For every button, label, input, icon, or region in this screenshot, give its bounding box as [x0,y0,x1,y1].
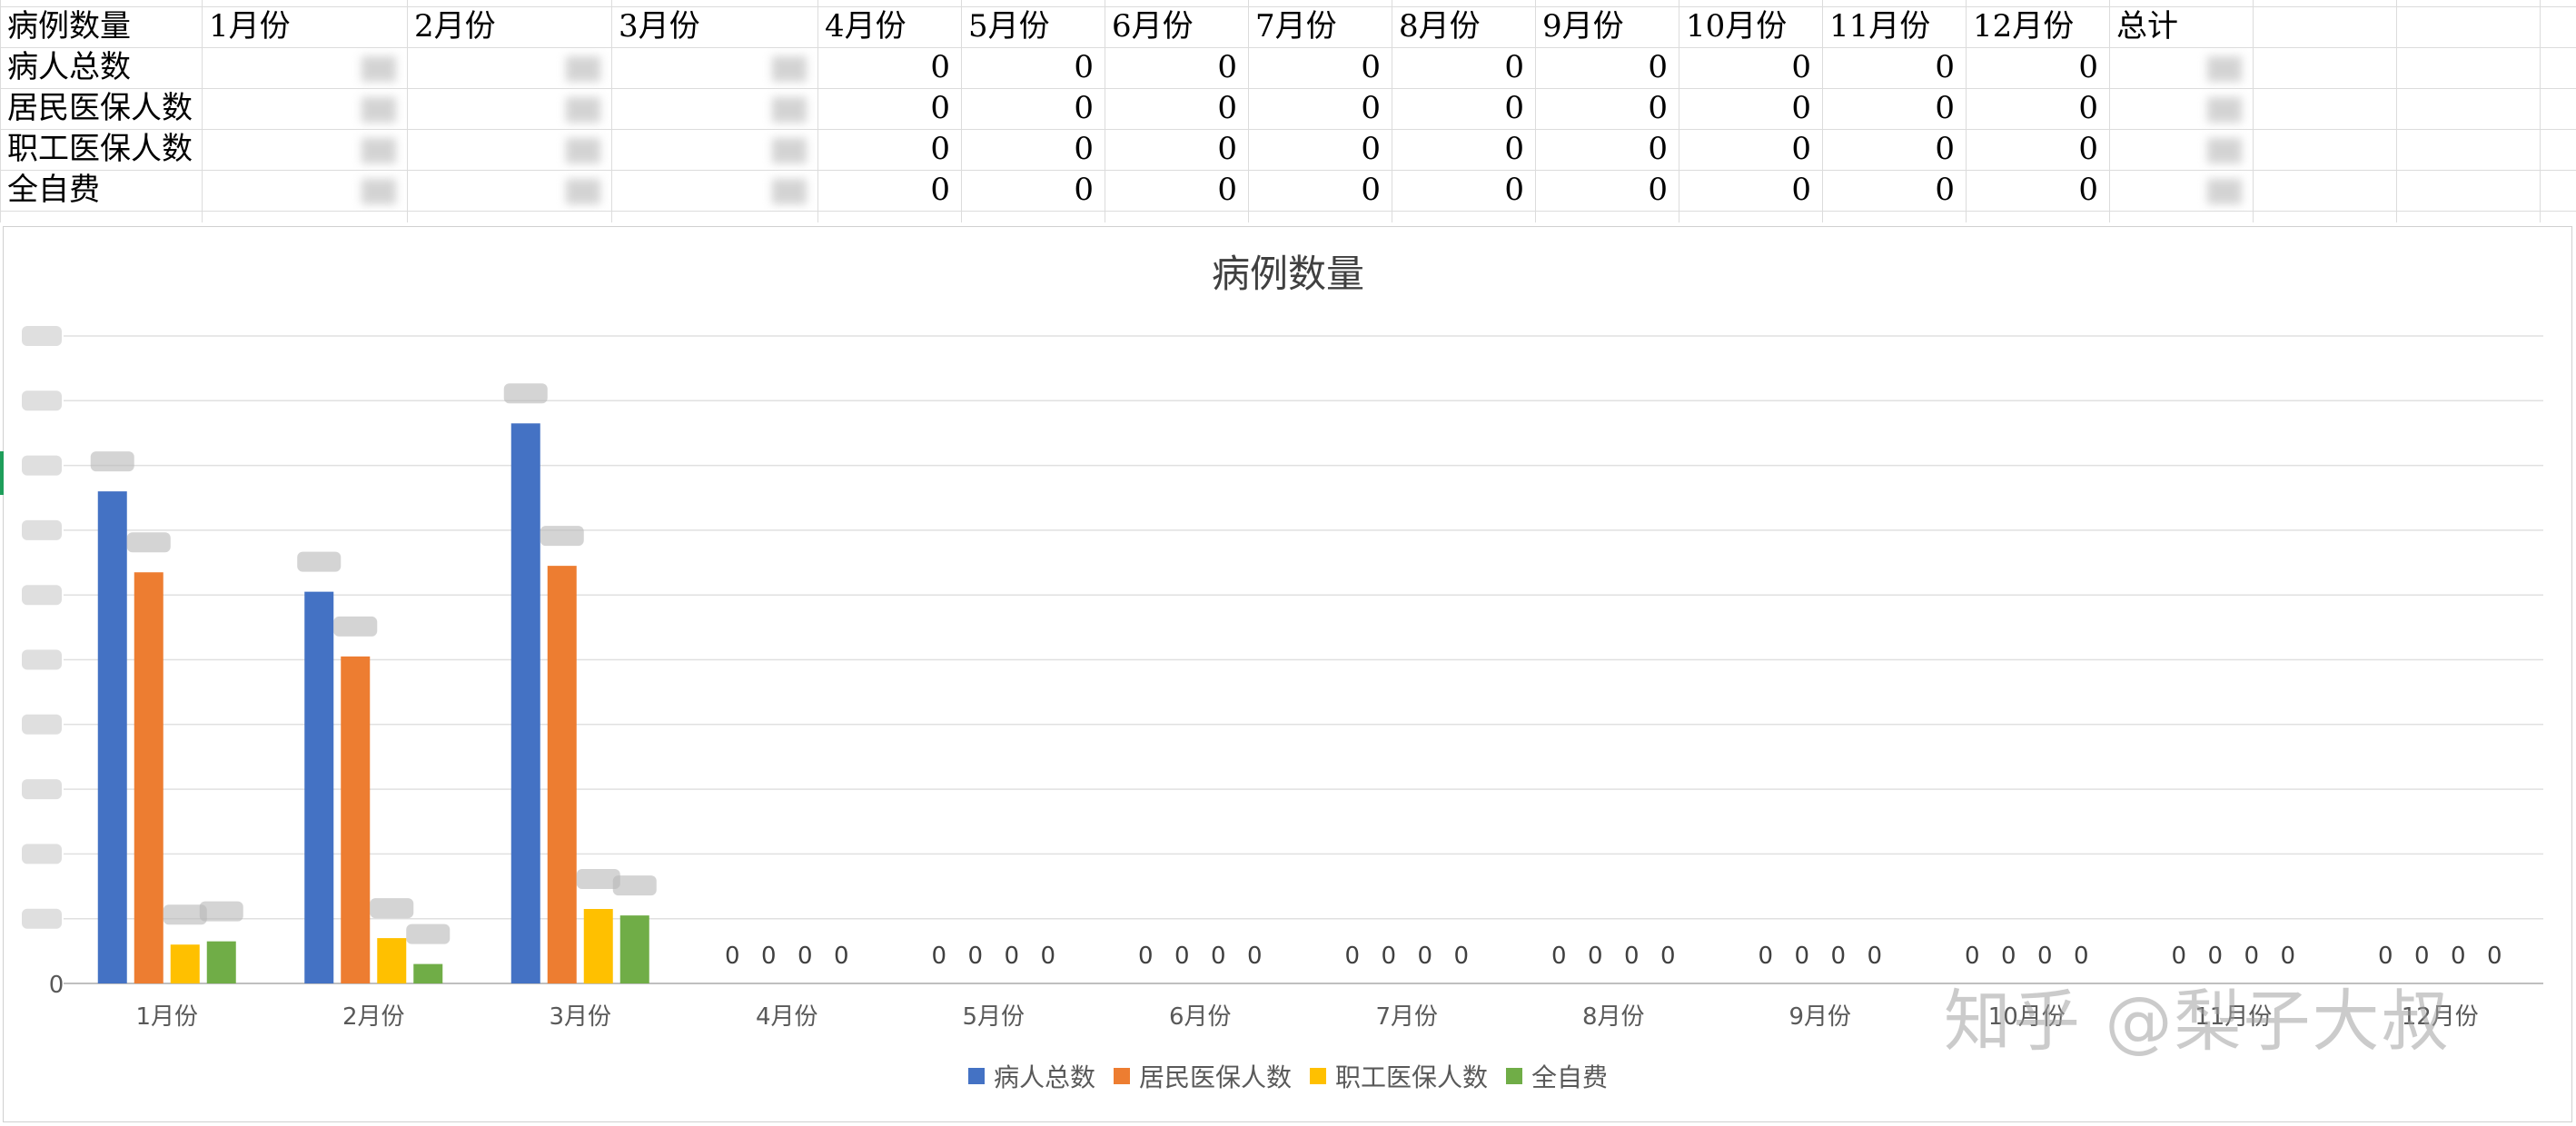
bar [170,944,200,983]
data-label: 0 [931,943,946,970]
data-label: 0 [2487,943,2502,970]
y-tick-label-redacted [22,585,62,606]
data-label: 0 [1965,943,1980,970]
legend-label: 病人总数 [993,1062,1095,1092]
data-label: 0 [2037,943,2053,970]
bar [510,423,540,983]
bar [547,566,577,983]
data-label: 0 [834,943,849,970]
data-label: 0 [1830,943,1846,970]
data-label: 0 [2074,943,2089,970]
legend-item[interactable]: 居民医保人数 [1113,1058,1292,1094]
data-label: 0 [1453,943,1469,970]
data-label: 0 [1138,943,1154,970]
data-label: 0 [2244,943,2259,970]
x-tick-label: 8月份 [1582,1003,1645,1031]
x-tick-label: 5月份 [962,1003,1025,1031]
bar-chart-plot: 01月份 2月份 3月份0 0 0 04月份0 0 0 05月份0 0 0 06月份0 0 0 07月份0 0… [22,326,2543,1031]
data-label: 0 [1417,943,1432,970]
bar [134,572,163,983]
data-label-redacted [126,532,171,553]
y-tick-label-redacted [22,779,62,800]
data-label: 0 [1624,943,1640,970]
bar [206,941,236,983]
x-tick-label: 7月份 [1375,1003,1438,1031]
legend-swatch [967,1068,985,1084]
bar [377,938,407,983]
data-label: 0 [1174,943,1190,970]
data-label-redacted [333,616,378,637]
x-tick-label: 6月份 [1169,1003,1232,1031]
y-tick-label-redacted [22,519,62,540]
y-tick-label-redacted [22,908,62,929]
bar [413,963,443,983]
bar [97,491,127,983]
legend-item[interactable]: 全自费 [1506,1058,1608,1094]
bar [619,915,649,983]
bar [583,909,613,983]
data-label: 0 [1758,943,1773,970]
data-label: 0 [2171,943,2186,970]
data-label: 0 [1247,943,1263,970]
data-label: 0 [1551,943,1567,970]
data-label: 0 [2378,943,2393,970]
legend-item[interactable]: 职工医保人数 [1310,1058,1488,1094]
data-label: 0 [1344,943,1360,970]
data-label: 0 [2414,943,2430,970]
data-label-redacted [406,924,451,944]
data-label: 0 [725,943,740,970]
x-tick-label: 9月份 [1788,1003,1851,1031]
data-label-redacted [612,875,657,896]
data-label-redacted [540,526,584,547]
data-label-redacted [90,451,134,472]
data-label: 0 [2001,943,2016,970]
data-label: 0 [1040,943,1055,970]
y-tick-label: 0 [49,972,64,999]
data-label: 0 [761,943,777,970]
data-label: 0 [1381,943,1396,970]
legend-label: 全自费 [1531,1062,1609,1092]
legend-swatch [1113,1068,1130,1084]
data-label: 0 [1004,943,1019,970]
data-label-redacted [370,898,414,919]
y-tick-label-redacted [22,714,62,735]
data-label: 0 [2280,943,2295,970]
data-label: 0 [1211,943,1226,970]
data-label-redacted [503,383,548,404]
data-label: 0 [967,943,983,970]
legend-swatch [1310,1068,1326,1084]
y-tick-label-redacted [22,390,62,411]
x-tick-label: 3月份 [549,1003,611,1031]
x-tick-label: 2月份 [342,1003,405,1031]
y-tick-label-redacted [22,326,62,346]
legend-item[interactable]: 病人总数 [967,1058,1095,1094]
data-label: 0 [1794,943,1809,970]
x-tick-label: 4月份 [756,1003,818,1031]
x-tick-label: 1月份 [135,1003,198,1031]
data-label: 0 [798,943,813,970]
data-label: 0 [2207,943,2223,970]
data-label: 0 [1660,943,1676,970]
watermark: 知乎 @梨子大叔 [1944,983,2451,1061]
data-label: 0 [1588,943,1603,970]
legend-label: 居民医保人数 [1138,1062,1292,1092]
bar [341,656,371,983]
y-tick-label-redacted [22,649,62,670]
bar [304,591,334,983]
data-label: 0 [1867,943,1882,970]
y-tick-label-redacted [22,844,62,864]
data-label-redacted [199,901,243,922]
data-label: 0 [2451,943,2466,970]
y-tick-label-redacted [22,455,62,476]
data-label-redacted [297,551,342,572]
legend-swatch [1506,1068,1523,1084]
legend-label: 职工医保人数 [1335,1062,1489,1092]
